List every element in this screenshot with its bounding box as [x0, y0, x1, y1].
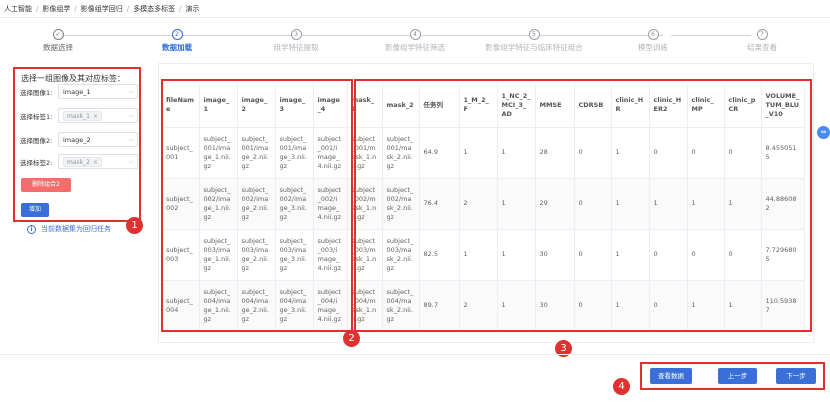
side-drag-handle-icon[interactable]: ⇔	[817, 126, 830, 139]
step-label: 数据加载	[162, 43, 192, 52]
image-label-selector-panel: 选择一组图像及其对应标签： 选择图像1: image_1 ⌵ 选择标签1: ma…	[13, 67, 141, 222]
breadcrumb-item: 演示	[185, 5, 200, 13]
header-divider	[0, 17, 830, 18]
image2-label: 选择图像2:	[20, 136, 53, 145]
step-3: 3 组学特征提取	[231, 26, 361, 53]
step-1: ✓ 数据选择	[0, 26, 123, 53]
label1-label: 选择标签1:	[20, 112, 53, 121]
image1-value: image_1	[63, 87, 91, 96]
label2-row: 选择标签2: mask_2 × ⌵	[20, 154, 138, 169]
image2-select[interactable]: image_2 ⌵	[58, 132, 138, 147]
hint-text: 当前数据集为回归任务	[41, 225, 111, 233]
breadcrumb-item[interactable]: 人工智能	[4, 4, 32, 14]
breadcrumb-item[interactable]: 影像组学回归	[81, 4, 123, 14]
check-icon: ✓	[52, 29, 64, 40]
chevron-down-icon: ⌵	[128, 88, 133, 95]
step-2: 2 数据加载	[112, 26, 242, 53]
step-label: 组学特征提取	[273, 43, 319, 52]
highlight-feature-columns	[354, 79, 812, 332]
delete-combination-button[interactable]: 删除组合2	[21, 178, 71, 192]
step-number: 4	[409, 29, 421, 40]
label1-tag: mask_1 ×	[63, 110, 102, 121]
breadcrumb: 人工智能 / 影像组学 / 影像组学回归 / 多模态多标签 / 演示	[4, 4, 200, 14]
breadcrumb-item[interactable]: 多模态多标签	[133, 4, 175, 14]
step-number: 6	[647, 29, 659, 40]
step-progress: ✓ 数据选择 2 数据加载 3 组学特征提取 4 影像组学特征筛选 5 影像组学特征与临床特征组合…	[0, 26, 830, 56]
view-data-button[interactable]: 查看数据	[650, 368, 692, 384]
step-number: 3	[290, 29, 302, 40]
label2-label: 选择标签2:	[20, 158, 53, 167]
step-number: 2	[171, 29, 183, 40]
label1-row: 选择标签1: mask_1 × ⌵	[20, 108, 138, 123]
step-number: 5	[528, 29, 540, 40]
step-5: 5 影像组学特征与临床特征组合	[469, 26, 599, 53]
footer-divider	[0, 354, 830, 355]
panel-title: 选择一组图像及其对应标签：	[21, 74, 125, 83]
image1-select[interactable]: image_1 ⌵	[58, 84, 138, 99]
image1-label: 选择图像1:	[20, 88, 53, 97]
image2-row: 选择图像2: image_2 ⌵	[20, 132, 138, 147]
chevron-down-icon: ⌵	[128, 112, 133, 119]
tag-close-icon[interactable]: ×	[93, 159, 98, 166]
label2-tag: mask_2 ×	[63, 156, 102, 167]
chevron-down-icon: ⌵	[128, 158, 133, 165]
image1-row: 选择图像1: image_1 ⌵	[20, 84, 138, 99]
step-label: 影像组学特征与临床特征组合	[485, 43, 583, 52]
highlight-image-columns	[161, 79, 353, 332]
task-hint: i 当前数据集为回归任务	[27, 224, 111, 234]
annotation-marker-2: 2	[343, 330, 360, 347]
info-icon: i	[27, 224, 36, 234]
next-step-button[interactable]: 下一步	[776, 368, 816, 384]
step-label: 结果查看	[747, 43, 777, 52]
label1-select[interactable]: mask_1 × ⌵	[58, 108, 138, 123]
breadcrumb-item[interactable]: 影像组学	[42, 4, 70, 14]
annotation-marker-4: 4	[613, 378, 630, 395]
annotation-marker-1: 1	[126, 217, 143, 234]
chevron-down-icon: ⌵	[128, 136, 133, 143]
label2-select[interactable]: mask_2 × ⌵	[58, 154, 138, 169]
step-label: 数据选择	[43, 43, 73, 52]
add-button[interactable]: 增加	[21, 203, 49, 217]
image2-value: image_2	[63, 135, 91, 144]
prev-step-button[interactable]: 上一步	[718, 368, 757, 384]
step-7: 7 结果查看	[697, 26, 827, 53]
step-label: 影像组学特征筛选	[385, 43, 445, 52]
step-4: 4 影像组学特征筛选	[350, 26, 480, 53]
step-number: 7	[756, 29, 768, 40]
tag-close-icon[interactable]: ×	[93, 113, 98, 120]
